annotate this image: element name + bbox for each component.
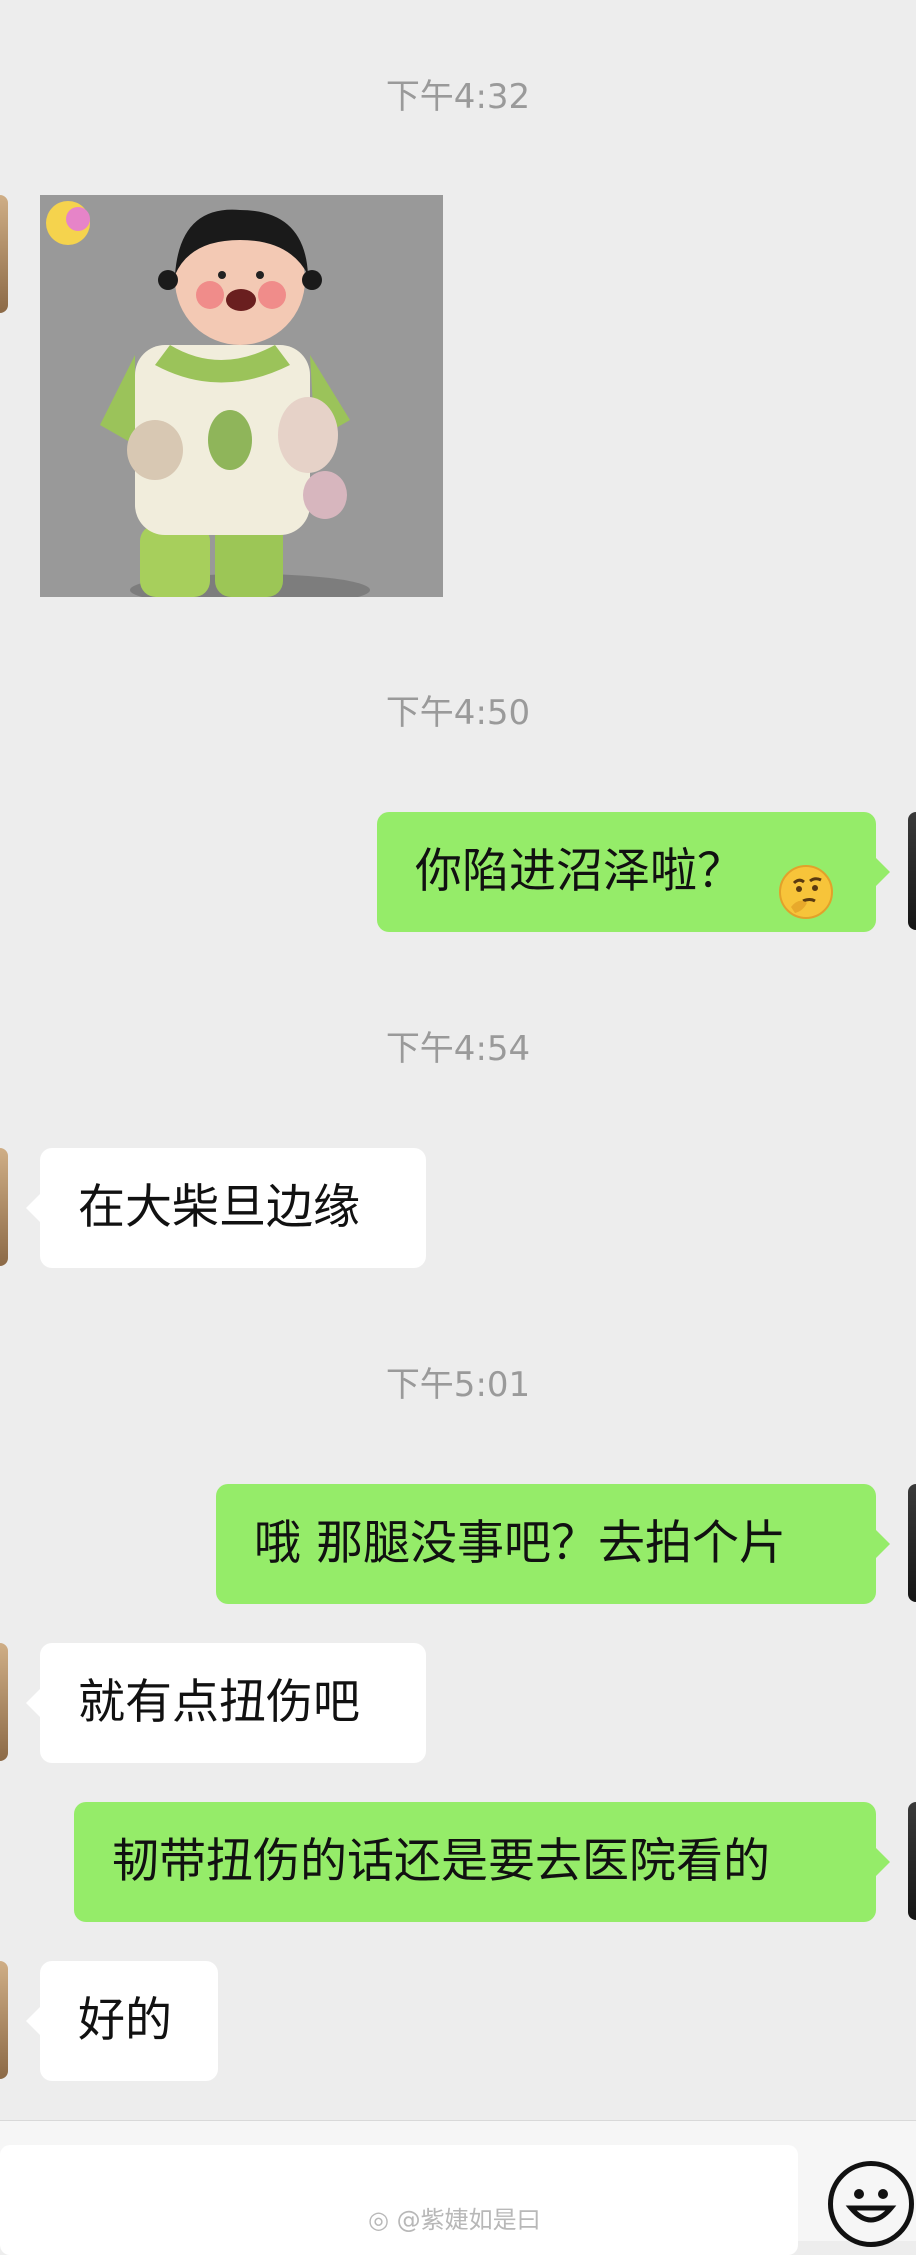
contact-avatar[interactable] bbox=[0, 1148, 8, 1266]
smiley-face-icon[interactable] bbox=[828, 2161, 914, 2247]
weibo-logo-icon: ◎ bbox=[368, 2206, 389, 2234]
my-avatar[interactable] bbox=[908, 812, 916, 930]
contact-avatar[interactable] bbox=[0, 1961, 8, 2079]
contact-avatar[interactable] bbox=[0, 1643, 8, 1761]
watermark: ◎ @紫婕如是曰 bbox=[368, 2200, 541, 2235]
timestamp: 下午4:50 bbox=[385, 693, 531, 733]
my-avatar[interactable] bbox=[908, 1802, 916, 1920]
timestamp: 下午4:54 bbox=[385, 1029, 531, 1069]
thinking-face-emoji-icon bbox=[777, 846, 835, 919]
my-avatar[interactable] bbox=[908, 1484, 916, 1602]
timestamp: 下午4:32 bbox=[385, 77, 531, 117]
outgoing-message-bubble[interactable]: 韧带扭伤的话还是要去医院看的 bbox=[74, 1802, 890, 1922]
incoming-message-bubble[interactable]: 好的 bbox=[26, 1961, 218, 2081]
message-text: 你陷进沼泽啦？ bbox=[415, 844, 744, 899]
message-text: 就有点扭伤吧 bbox=[78, 1675, 360, 1730]
outgoing-message-bubble[interactable]: 你陷进沼泽啦？ bbox=[377, 812, 890, 932]
message-text: 韧带扭伤的话还是要去医院看的 bbox=[112, 1834, 770, 1889]
photo-message-image[interactable] bbox=[40, 195, 443, 597]
child-running-photo bbox=[40, 195, 443, 597]
message-text: 哦 那腿没事吧？去拍个片 bbox=[254, 1516, 786, 1571]
outgoing-message-bubble[interactable]: 哦 那腿没事吧？去拍个片 bbox=[216, 1484, 890, 1604]
message-text: 在大柴旦边缘 bbox=[78, 1180, 360, 1235]
contact-avatar[interactable] bbox=[0, 195, 8, 313]
message-text: 好的 bbox=[78, 1993, 172, 2048]
watermark-text: @紫婕如是曰 bbox=[396, 2206, 541, 2234]
timestamp: 下午5:01 bbox=[385, 1365, 531, 1405]
incoming-message-bubble[interactable]: 在大柴旦边缘 bbox=[26, 1148, 426, 1268]
incoming-message-bubble[interactable]: 就有点扭伤吧 bbox=[26, 1643, 426, 1763]
